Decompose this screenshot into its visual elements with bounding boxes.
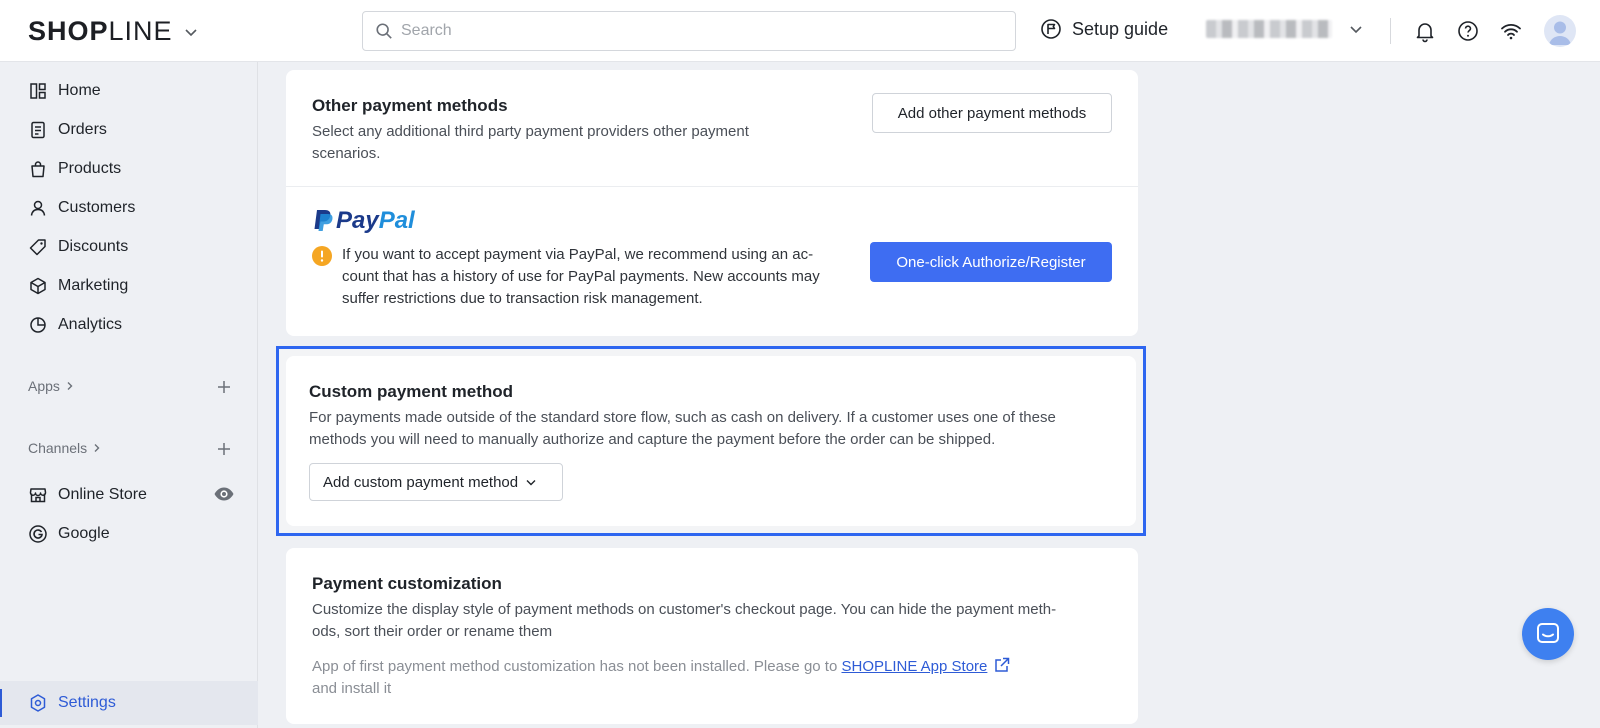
add-app-plus-icon[interactable] bbox=[216, 379, 232, 395]
header-divider bbox=[1390, 18, 1391, 44]
chevron-down-icon[interactable] bbox=[183, 24, 199, 40]
blurred-account-name bbox=[1206, 20, 1332, 38]
chat-icon bbox=[1537, 623, 1559, 643]
paypal-brand-pal: Pal bbox=[378, 207, 415, 234]
chevron-down-icon bbox=[526, 480, 536, 486]
search-input[interactable] bbox=[401, 22, 1001, 40]
orders-icon bbox=[31, 121, 45, 139]
search-bar[interactable] bbox=[362, 11, 1016, 51]
sidebar-item-marketing[interactable]: Marketing bbox=[28, 274, 128, 298]
bell-icon[interactable] bbox=[1413, 19, 1437, 43]
active-indicator bbox=[0, 689, 2, 717]
sidebar-item-analytics[interactable]: Analytics bbox=[28, 313, 122, 337]
logo-left: SHOP bbox=[28, 16, 109, 46]
add-channel-plus-icon[interactable] bbox=[216, 441, 232, 457]
analytics-icon bbox=[30, 317, 46, 333]
other-payment-methods-card: Other payment methods Select any additio… bbox=[286, 70, 1138, 336]
home-icon bbox=[30, 83, 46, 99]
sidebar-item-settings[interactable]: Settings bbox=[0, 681, 258, 725]
user-avatar-icon bbox=[1549, 21, 1571, 45]
setup-guide-label: Setup guide bbox=[1072, 18, 1169, 39]
sidebar-item-home[interactable]: Home bbox=[28, 79, 101, 103]
add-custom-payment-method-dropdown[interactable]: Add custom payment method bbox=[309, 463, 563, 501]
sidebar-item-label: Settings bbox=[58, 694, 116, 711]
eye-icon[interactable] bbox=[213, 483, 235, 505]
apps-label: Apps bbox=[28, 378, 60, 394]
highlight-frame: Custom payment method For payments made … bbox=[276, 346, 1146, 536]
search-icon bbox=[376, 23, 392, 39]
channels-section[interactable]: Channels bbox=[28, 440, 103, 456]
sidebar-item-google[interactable]: Google bbox=[28, 522, 110, 546]
chat-support-button[interactable] bbox=[1522, 608, 1574, 660]
custom-method-title: Custom payment method bbox=[309, 382, 514, 401]
sidebar-item-online-store[interactable]: Online Store bbox=[28, 483, 147, 507]
customization-description: Customize the display style of payment m… bbox=[312, 601, 1057, 640]
store-icon bbox=[29, 488, 47, 503]
logo-right: LINE bbox=[108, 16, 173, 46]
sidebar-item-orders[interactable]: Orders bbox=[28, 118, 107, 142]
sidebar-item-label: Customers bbox=[58, 199, 136, 216]
other-methods-description: Select any additional third party paymen… bbox=[312, 123, 749, 162]
flag-icon bbox=[1041, 19, 1061, 39]
sidebar-item-label: Orders bbox=[58, 121, 107, 138]
avatar[interactable] bbox=[1544, 15, 1576, 47]
google-icon bbox=[29, 525, 47, 543]
sidebar-item-customers[interactable]: Customers bbox=[28, 196, 135, 220]
top-bar: SHOPLINE Setup guide bbox=[0, 0, 1600, 62]
setup-guide-button[interactable]: Setup guide bbox=[1040, 18, 1168, 40]
sidebar-item-products[interactable]: Products bbox=[28, 157, 121, 181]
shopline-app-store-link[interactable]: SHOPLINE App Store bbox=[841, 658, 987, 675]
custom-payment-method-card: Custom payment method For payments made … bbox=[286, 356, 1136, 526]
notice-suffix: and install it bbox=[312, 680, 392, 697]
account-switcher[interactable] bbox=[1206, 20, 1364, 38]
sidebar-item-label: Google bbox=[58, 525, 110, 542]
wifi-icon[interactable] bbox=[1499, 19, 1523, 43]
external-link-icon[interactable] bbox=[993, 656, 1011, 674]
paypal-brand-pay: Pay bbox=[336, 207, 379, 234]
sidebar-item-label: Products bbox=[58, 160, 122, 177]
chevron-down-icon bbox=[1350, 26, 1362, 34]
customers-icon bbox=[30, 200, 46, 216]
sidebar-item-label: Home bbox=[58, 82, 101, 99]
paypal-icon bbox=[314, 210, 333, 231]
help-icon[interactable] bbox=[1456, 19, 1480, 43]
chevron-right-icon bbox=[67, 382, 73, 390]
sidebar: Home Orders Products Customers Discounts… bbox=[0, 62, 258, 728]
sidebar-item-label: Online Store bbox=[58, 486, 147, 503]
warning-icon bbox=[312, 246, 332, 266]
add-custom-payment-method-label: Add custom payment method bbox=[323, 473, 519, 491]
channels-label: Channels bbox=[28, 440, 88, 456]
sidebar-item-discounts[interactable]: Discounts bbox=[28, 235, 128, 259]
customization-title: Payment customization bbox=[312, 574, 502, 593]
sidebar-item-label: Discounts bbox=[58, 238, 129, 255]
payment-customization-card: Payment customization Customize the disp… bbox=[286, 548, 1138, 724]
settings-gear-icon bbox=[30, 694, 46, 712]
customization-notice: App of first payment method customizatio… bbox=[312, 656, 1011, 700]
paypal-logo: PayPal bbox=[312, 207, 415, 235]
shopline-logo[interactable]: SHOPLINE bbox=[28, 16, 199, 47]
card-divider bbox=[286, 186, 1138, 187]
chevron-right-icon bbox=[94, 444, 100, 452]
one-click-authorize-button[interactable]: One-click Authorize/Register bbox=[870, 242, 1112, 282]
sidebar-item-label: Analytics bbox=[58, 316, 123, 333]
add-other-payment-methods-button[interactable]: Add other payment methods bbox=[872, 93, 1112, 133]
paypal-notice: If you want to accept payment via PayPal… bbox=[342, 246, 820, 307]
custom-method-description: For payments made outside of the standar… bbox=[309, 409, 1056, 448]
products-icon bbox=[31, 161, 45, 178]
other-methods-title: Other payment methods bbox=[312, 96, 508, 115]
marketing-icon bbox=[30, 277, 46, 295]
apps-section[interactable]: Apps bbox=[28, 378, 76, 394]
discounts-icon bbox=[29, 239, 46, 256]
notice-prefix: App of first payment method customizatio… bbox=[312, 658, 842, 675]
sidebar-item-label: Marketing bbox=[58, 277, 129, 294]
